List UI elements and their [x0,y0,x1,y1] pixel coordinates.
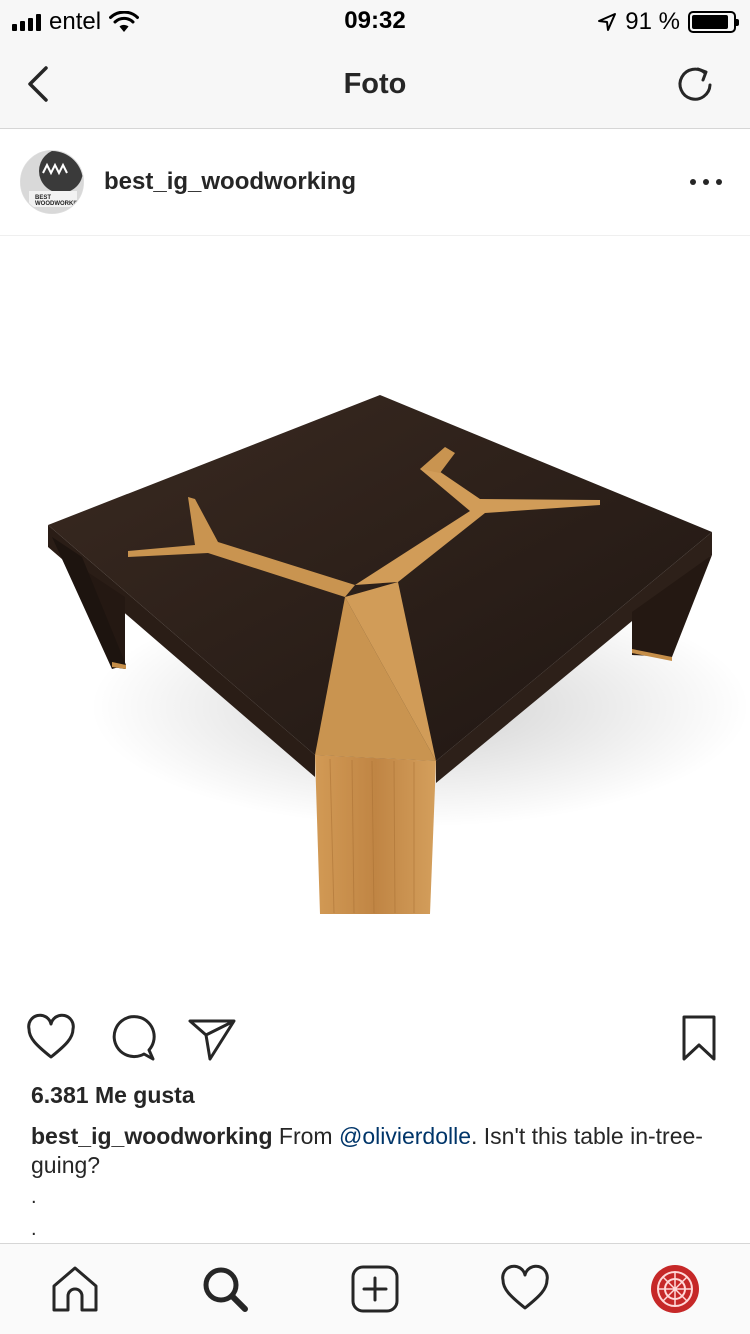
more-horizontal-icon[interactable] [690,170,722,194]
heart-icon[interactable] [26,1013,76,1063]
post-username[interactable]: best_ig_woodworking [104,168,356,196]
bookmark-icon[interactable] [674,1013,724,1063]
caption-mention[interactable]: @olivierdolle [339,1123,471,1149]
table-photo [48,395,750,914]
svg-text:WOODWORKING: WOODWORKING [35,201,84,207]
add-post-icon[interactable] [350,1264,400,1314]
refresh-icon[interactable] [674,64,716,106]
battery-icon [688,11,739,33]
page-title: Foto [343,68,407,100]
status-right: 91 % [597,8,739,36]
profile-avatar-icon[interactable] [650,1264,700,1314]
status-bar: entel 09:32 91 % [0,0,750,40]
heart-icon[interactable] [500,1264,550,1314]
comment-icon[interactable] [107,1013,157,1063]
post-actions [0,1005,750,1069]
post-photo[interactable] [0,237,750,987]
caption-username[interactable]: best_ig_woodworking [31,1123,273,1149]
search-icon[interactable] [200,1264,250,1314]
caption-dot: . [31,1218,37,1240]
location-arrow-icon [598,13,617,31]
avatar[interactable]: BEST WOODWORKING [20,150,84,214]
post-header: BEST WOODWORKING best_ig_woodworking [0,130,750,236]
caption-dot: . [31,1186,37,1208]
avatar-logo: BEST WOODWORKING [21,151,84,213]
caption-prefix: From [278,1123,339,1149]
nav-bar: Foto [0,40,750,129]
battery-percent: 91 % [625,8,680,35]
battery-fill [692,15,729,29]
send-icon[interactable] [187,1013,237,1063]
likes-count[interactable]: 6.381 Me gusta [31,1082,195,1109]
tab-bar [0,1243,750,1334]
post-caption: best_ig_woodworking From @olivierdolle. … [31,1122,721,1180]
home-icon[interactable] [50,1264,100,1314]
